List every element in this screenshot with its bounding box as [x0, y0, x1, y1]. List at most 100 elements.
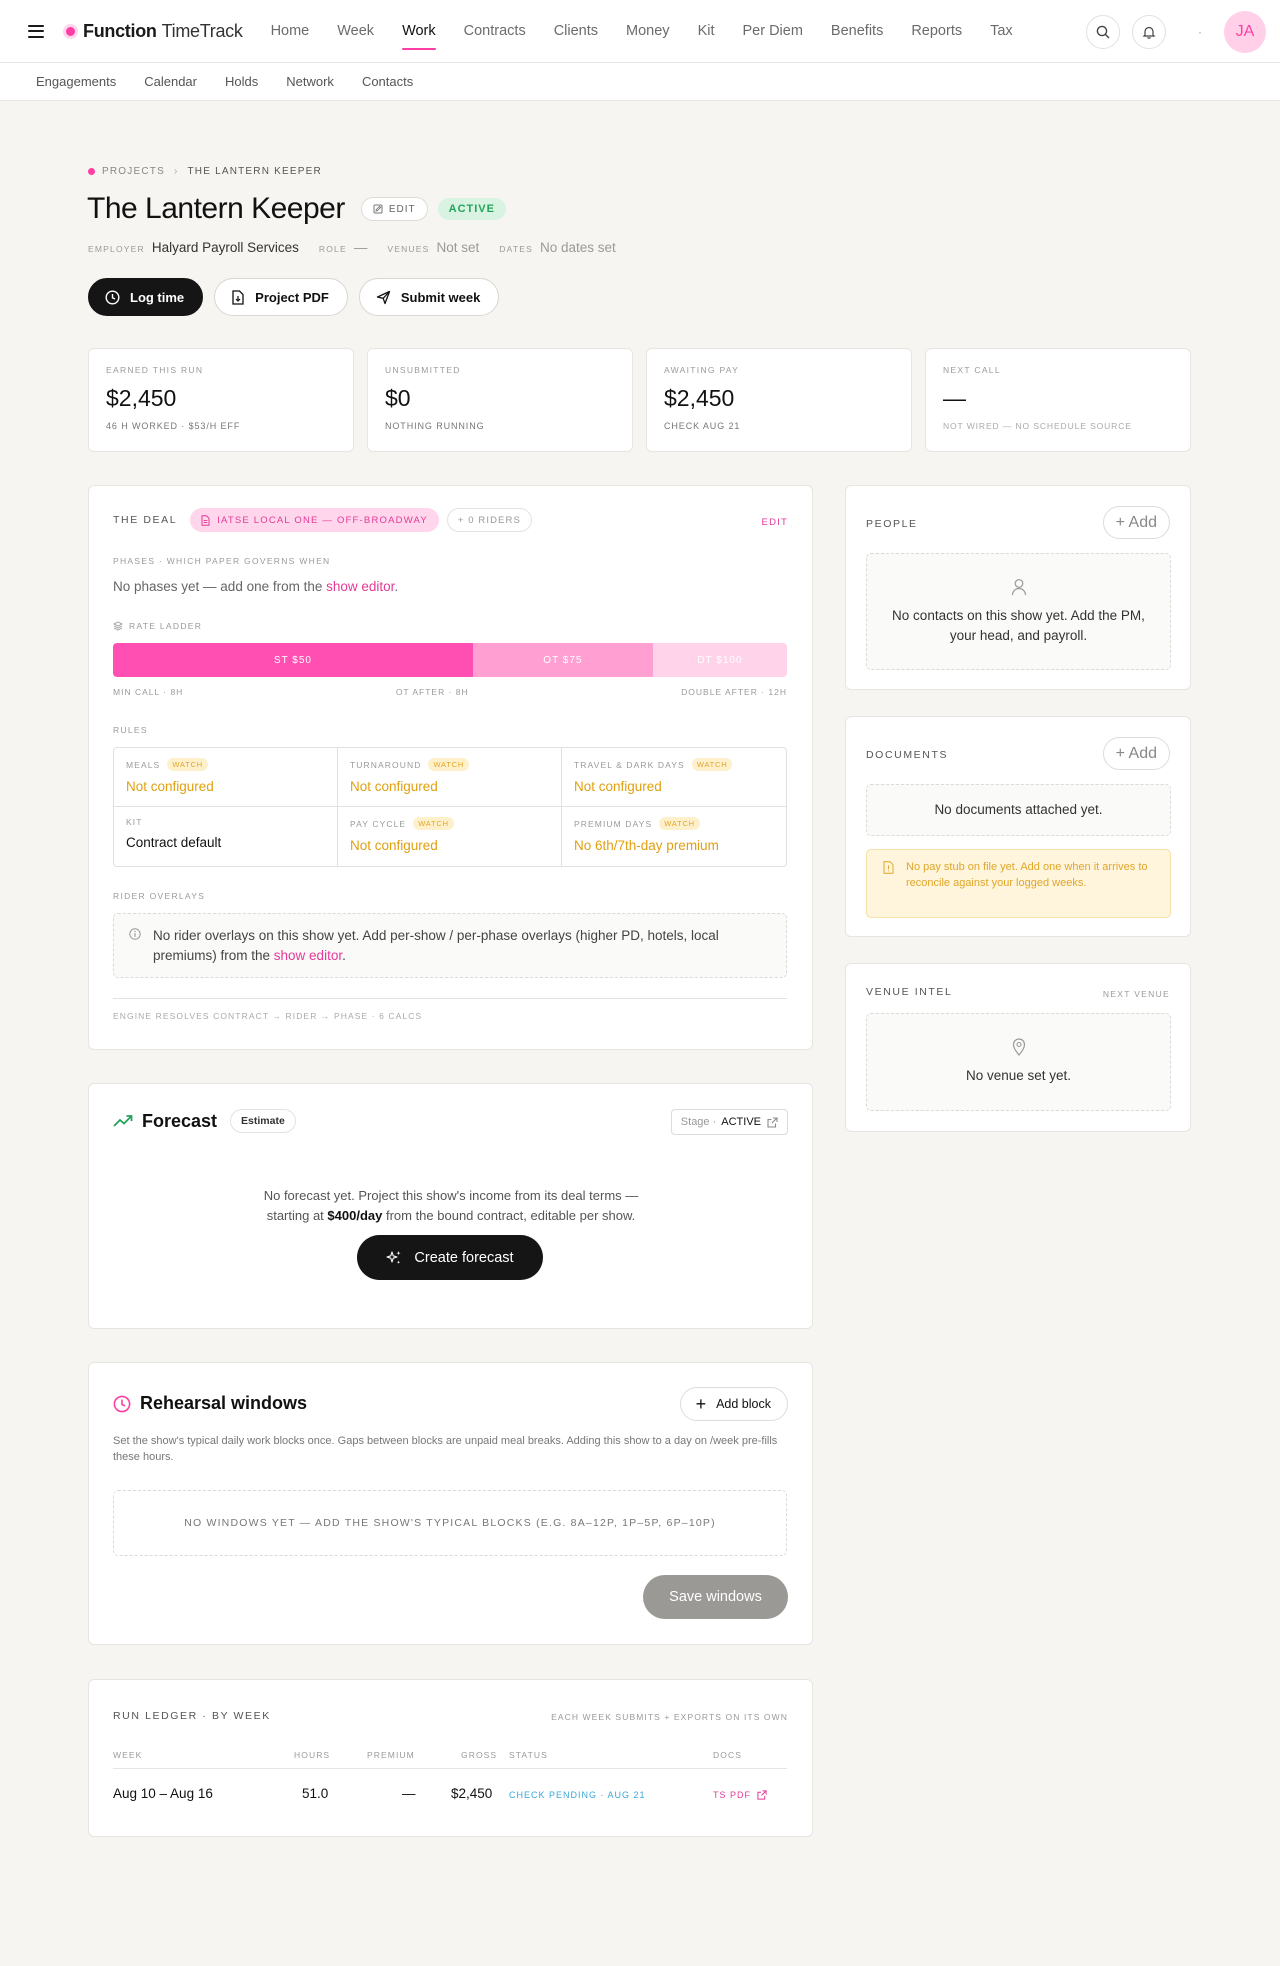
row-week[interactable]: Aug 10 – Aug 16 [113, 1786, 213, 1801]
forecast-text-line1: No forecast yet. Project this show's inc… [263, 1188, 639, 1203]
stage-selector[interactable]: Stage · ACTIVE [670, 1109, 788, 1135]
subnav-item-holds[interactable]: Holds [211, 74, 272, 89]
rule-cell[interactable]: TRAVEL & DARK DAYS WATCH Not configured [562, 748, 786, 807]
subnav-item-calendar[interactable]: Calendar [130, 74, 211, 89]
row-status: CHECK PENDING · AUG 21 [509, 1790, 646, 1800]
subnav-item-engagements[interactable]: Engagements [22, 74, 130, 89]
save-windows-button[interactable]: Save windows [643, 1575, 788, 1619]
ts-pdf-link[interactable]: TS PDF [713, 1790, 767, 1800]
bell-icon [1142, 26, 1156, 39]
employer-value: Halyard Payroll Services [151, 240, 299, 255]
nav-item-clients[interactable]: Clients [540, 0, 612, 63]
project-pdf-button[interactable]: Project PDF [214, 278, 348, 316]
nav-item-contracts[interactable]: Contracts [450, 0, 540, 63]
documents-empty-text: No documents attached yet. [934, 802, 1103, 817]
deal-edit-link[interactable]: EDIT [762, 517, 788, 528]
rule-key-label: MEALS [126, 759, 161, 770]
rule-cell[interactable]: KIT Contract default [114, 807, 338, 866]
add-document-button[interactable]: + Add [1102, 737, 1170, 770]
phases-text: No phases yet — add one from the show ed… [113, 579, 398, 594]
breadcrumb-dot-icon [88, 168, 95, 175]
map-pin-icon [1012, 1038, 1025, 1056]
rate-ladder: ST $50 OT $75 DT $100 [113, 643, 787, 677]
subnav-item-contacts[interactable]: Contacts [348, 74, 427, 89]
deal-title: THE DEAL [113, 514, 178, 526]
add-person-button[interactable]: + Add [1102, 506, 1170, 539]
project-pdf-label: Project PDF [255, 289, 329, 305]
main-nav: Home Week Work Contracts Clients Money Kit Per … [257, 0, 1027, 63]
sub-nav: Engagements Calendar Holds Network Contacts [0, 63, 1280, 101]
rule-key: KIT [126, 817, 325, 827]
nav-item-kit[interactable]: Kit [684, 0, 729, 63]
document-icon [201, 514, 210, 526]
nav-item-per-diem[interactable]: Per Diem [728, 0, 816, 63]
ladder-mark: DOUBLE AFTER · 12H [681, 687, 787, 697]
avatar[interactable]: JA [1224, 10, 1266, 53]
breadcrumb-root[interactable]: PROJECTS [102, 166, 165, 177]
rate-ladder-caption: RATE LADDER [113, 621, 202, 631]
add-block-button[interactable]: + Add block [679, 1387, 788, 1421]
plus-icon: + [695, 1393, 707, 1414]
nav-item-tax[interactable]: Tax [976, 0, 1027, 63]
rule-value: Not configured [574, 779, 662, 794]
notifications-button[interactable] [1132, 14, 1166, 49]
rule-cell[interactable]: TURNAROUND WATCH Not configured [338, 748, 562, 807]
top-navbar: Function TimeTrack Home Week Work Contracts… [0, 0, 1280, 63]
clock-icon [113, 1395, 131, 1412]
rule-key: TRAVEL & DARK DAYS WATCH [574, 758, 774, 771]
run-ledger-card: RUN LEDGER · BY WEEK EACH WEEK SUBMITS +… [88, 1679, 813, 1837]
brand-name-light: TimeTrack [161, 20, 243, 41]
rule-value: Not configured [350, 838, 438, 853]
watch-badge: WATCH [167, 758, 208, 771]
phases-text-end: . [394, 579, 399, 594]
nav-item-home[interactable]: Home [257, 0, 324, 63]
brand-logo[interactable]: Function TimeTrack [66, 21, 243, 42]
row-hours: 51.0 [302, 1786, 329, 1801]
log-time-button[interactable]: Log time [88, 278, 204, 316]
submit-week-label: Submit week [400, 289, 481, 305]
separator-dot: · [1198, 24, 1202, 39]
log-time-label: Log time [130, 289, 185, 305]
ts-pdf-label: TS PDF [713, 1790, 752, 1800]
rule-value: Not configured [350, 779, 438, 794]
edit-title-button[interactable]: EDIT [360, 197, 428, 221]
riders-badge[interactable]: + 0 RIDERS [446, 508, 532, 532]
nav-item-money[interactable]: Money [612, 0, 684, 63]
nav-item-work[interactable]: Work [388, 0, 450, 63]
next-venue-label: NEXT VENUE [1102, 989, 1170, 999]
stat-sub: 46 H WORKED · $53/H EFF [106, 421, 241, 431]
venue-empty-text: No venue set yet. [965, 1068, 1072, 1083]
ladder-segment: OT $75 [472, 643, 653, 677]
file-download-icon [232, 289, 244, 305]
rule-cell[interactable]: PREMIUM DAYS WATCH No 6th/7th-day premium [562, 807, 786, 866]
rule-key-label: PREMIUM DAYS [574, 818, 653, 829]
estimate-badge: Estimate [230, 1109, 296, 1133]
search-button[interactable] [1086, 14, 1120, 49]
ladder-mark: MIN CALL · 8H [113, 687, 184, 697]
rule-cell[interactable]: PAY CYCLE WATCH Not configured [338, 807, 562, 866]
contract-badge[interactable]: IATSE LOCAL ONE — OFF-BROADWAY [190, 508, 439, 532]
rehearsal-header: Rehearsal windows [113, 1393, 307, 1414]
brand-name-bold: Function [83, 20, 157, 41]
rule-cell[interactable]: MEALS WATCH Not configured [114, 748, 338, 807]
stat-unsubmitted: UNSUBMITTED $0 NOTHING RUNNING [367, 348, 633, 452]
menu-icon[interactable] [28, 24, 44, 38]
rule-key: PAY CYCLE WATCH [350, 817, 549, 830]
venue-intel-card: VENUE INTEL NEXT VENUE No venue set yet. [845, 963, 1191, 1132]
show-editor-link-2[interactable]: show editor [274, 948, 342, 963]
sparkles-icon [386, 1250, 402, 1264]
add-block-label: Add block [716, 1397, 771, 1411]
stat-value: $2,450 [664, 385, 735, 411]
rule-key: TURNAROUND WATCH [350, 758, 549, 771]
nav-item-reports[interactable]: Reports [897, 0, 976, 63]
submit-week-button[interactable]: Submit week [358, 278, 500, 316]
create-forecast-button[interactable]: Create forecast [357, 1235, 543, 1280]
rule-key-label: KIT [126, 817, 143, 827]
layers-icon [113, 621, 123, 631]
subnav-item-network[interactable]: Network [272, 74, 348, 89]
nav-item-benefits[interactable]: Benefits [817, 0, 897, 63]
pay-stub-warning-text: No pay stub on file yet. Add one when it… [906, 861, 1148, 889]
show-editor-link[interactable]: show editor [326, 579, 394, 594]
nav-item-week[interactable]: Week [323, 0, 388, 63]
rule-value: Contract default [126, 835, 222, 850]
